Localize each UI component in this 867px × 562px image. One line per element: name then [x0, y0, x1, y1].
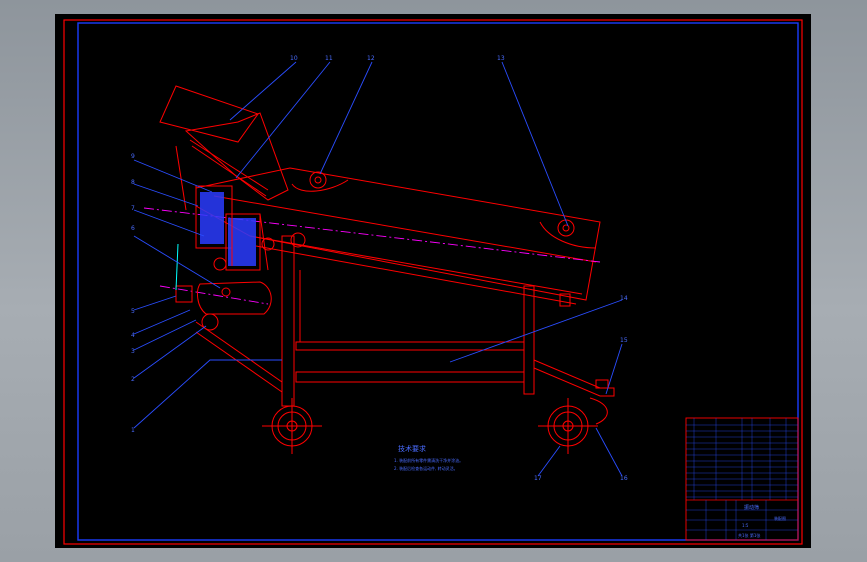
cad-viewport[interactable]: 1 2 3 4 5 6 7 8 9 10 11 12 13 14 15 16 1…	[0, 0, 867, 562]
part-label-9: 9	[131, 153, 135, 160]
part-label-4: 4	[131, 332, 135, 339]
title-block-drawing-no: 装配图	[774, 515, 786, 521]
part-label-2: 2	[131, 376, 135, 383]
part-label-5: 5	[131, 308, 135, 315]
part-label-12: 12	[367, 55, 375, 62]
part-label-13: 13	[497, 55, 505, 62]
part-label-6: 6	[131, 225, 135, 232]
notes-line-2: 2. 装配后检查各运动件, 转动灵活。	[394, 465, 458, 471]
part-label-14: 14	[620, 295, 628, 302]
notes-heading: 技术要求	[398, 444, 426, 453]
notes-line-1: 1. 装配前所有零件需清洗干净并涂油。	[394, 457, 463, 463]
part-label-7: 7	[131, 205, 135, 212]
title-block-scale: 1:5	[742, 523, 749, 528]
part-label-10: 10	[290, 55, 298, 62]
part-label-15: 15	[620, 337, 628, 344]
title-block-title: 振动筛	[744, 504, 759, 511]
part-label-17: 17	[534, 475, 542, 482]
part-label-8: 8	[131, 179, 135, 186]
drawing-canvas: 1 2 3 4 5 6 7 8 9 10 11 12 13 14 15 16 1…	[55, 14, 811, 548]
part-label-16: 16	[620, 475, 628, 482]
part-label-1: 1	[131, 427, 135, 434]
title-block-sheet: 共1张 第1张	[738, 532, 760, 538]
part-label-11: 11	[325, 55, 333, 62]
part-label-3: 3	[131, 348, 135, 355]
